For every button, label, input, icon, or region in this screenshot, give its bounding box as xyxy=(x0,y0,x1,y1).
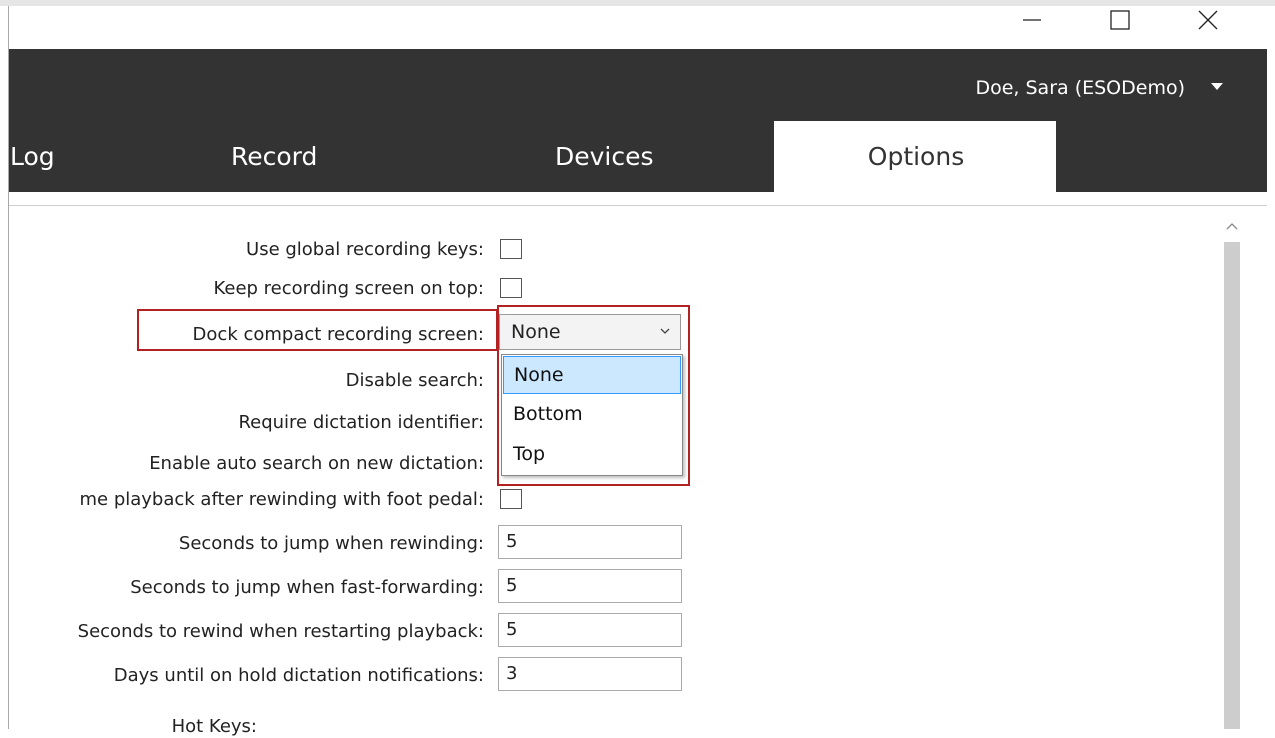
dropdown-highlight-outline xyxy=(497,305,690,486)
hot-keys-label: Hot Keys: xyxy=(171,716,257,737)
tab-options-label: Options xyxy=(867,142,965,171)
divider xyxy=(9,205,1267,206)
use-global-keys-label: Use global recording keys: xyxy=(246,239,484,260)
user-menu-button[interactable]: Doe, Sara (ESODemo) xyxy=(975,77,1185,99)
seconds-ff-input[interactable]: 5 xyxy=(498,569,682,603)
seconds-restart-input[interactable]: 5 xyxy=(498,613,682,647)
close-icon[interactable] xyxy=(1185,6,1231,34)
keep-on-top-label: Keep recording screen on top: xyxy=(213,278,484,299)
options-panel: Use global recording keys: Keep recordin… xyxy=(9,192,1267,737)
seconds-restart-label: Seconds to rewind when restarting playba… xyxy=(77,621,484,642)
use-global-keys-checkbox[interactable] xyxy=(500,239,522,259)
seconds-ff-label: Seconds to jump when fast-forwarding: xyxy=(130,577,484,598)
disable-search-label: Disable search: xyxy=(345,370,484,391)
keep-on-top-checkbox[interactable] xyxy=(500,278,522,298)
tab-options[interactable]: Options xyxy=(774,121,1056,192)
title-bar[interactable] xyxy=(9,6,1275,49)
days-on-hold-input[interactable]: 3 xyxy=(498,657,682,691)
tab-devices[interactable]: Devices xyxy=(555,121,654,192)
seconds-rewind-label: Seconds to jump when rewinding: xyxy=(178,533,484,554)
resume-playback-checkbox[interactable] xyxy=(500,489,522,509)
scroll-thumb[interactable] xyxy=(1224,242,1240,729)
days-on-hold-label: Days until on hold dictation notificatio… xyxy=(113,665,484,686)
vertical-scrollbar[interactable] xyxy=(1221,214,1243,729)
app-header: Doe, Sara (ESODemo) Log Record Devices O… xyxy=(9,49,1267,192)
caret-down-icon[interactable] xyxy=(1211,83,1223,90)
require-identifier-label: Require dictation identifier: xyxy=(238,412,484,433)
resume-playback-label: me playback after rewinding with foot pe… xyxy=(79,489,484,510)
auto-search-label: Enable auto search on new dictation: xyxy=(149,453,484,474)
minimize-icon[interactable] xyxy=(1009,6,1055,34)
seconds-rewind-input[interactable]: 5 xyxy=(498,525,682,559)
label-highlight-outline xyxy=(137,309,498,351)
tab-record[interactable]: Record xyxy=(231,121,317,192)
maximize-icon[interactable] xyxy=(1097,6,1143,34)
scroll-up-icon[interactable] xyxy=(1221,214,1243,238)
tab-log[interactable]: Log xyxy=(10,121,55,192)
